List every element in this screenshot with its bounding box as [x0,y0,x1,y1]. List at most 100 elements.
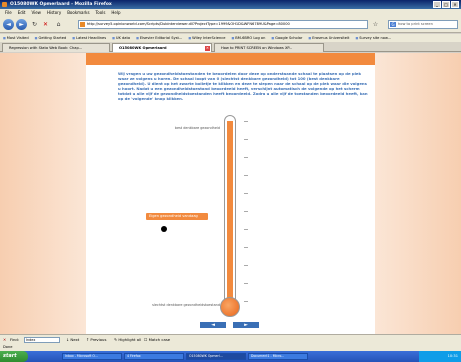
thermometer-scale[interactable] [218,115,242,317]
page-content: Wij vragen u uw gezondheidstoestanden te… [0,53,461,334]
firefox-icon [2,2,7,7]
scale-tick [244,265,248,266]
home-icon: ⌂ [56,21,61,28]
bookmark-google-scholar[interactable]: Google Scholar [271,34,302,42]
highlight-all-label: Highlight all [118,337,142,342]
bookmarks-toolbar: Most Visited Getting Started Latest Head… [0,34,461,42]
drag-handle[interactable] [161,226,167,232]
previous-button[interactable]: ◄ [200,322,226,328]
tab-survey[interactable]: O15080WK Opmerlaard ✕ [112,43,212,52]
scale-tick [244,139,248,140]
next-button[interactable]: ► [233,322,259,328]
bookmark-getting-started[interactable]: Getting Started [35,34,66,42]
status-bar: Done [0,344,461,351]
bookmark-erasmus[interactable]: Erasmus Universiteit [308,34,349,42]
highlight-all-button[interactable]: ✎ Highlight all [114,335,141,344]
bookmark-latest-headlines[interactable]: Latest Headlines [72,34,106,42]
bookmark-uk-data[interactable]: UK data [112,34,130,42]
scale-tick [244,247,248,248]
close-tab-icon[interactable]: ✕ [205,46,210,51]
google-icon: G [390,22,396,27]
menu-edit[interactable]: Edit [18,9,26,17]
back-button[interactable]: ◄ [3,19,14,30]
menu-tools[interactable]: Tools [96,9,106,17]
tab-label: Regression with Stata Web Book: Chap... [9,46,83,50]
reload-icon: ↻ [31,21,38,28]
url-text: http://survey5.opinionworld.com/Scripts/… [87,22,290,26]
left-decoration [0,53,86,334]
scale-tick [244,229,248,230]
match-case-label: Match case [148,337,171,342]
tab-print-screen[interactable]: How to PRINT SCREEN on Windows XP... [214,43,324,52]
menu-file[interactable]: File [5,9,12,17]
stop-icon: ✕ [42,21,49,28]
url-field[interactable]: http://survey5.opinionworld.com/Scripts/… [78,20,368,29]
scale-tick [244,211,248,212]
window-controls: _ □ ✕ [433,1,459,8]
forward-button[interactable]: ► [16,19,27,30]
window-title: O15080WK Opmerlaard - Mozilla Firefox [10,2,112,7]
scale-bottom-label: slechtst denkbare gezondheidstoestand [152,303,220,307]
find-bar: ✕ Find: Index ↓ Next ↑ Previous ✎ Highli… [0,334,461,344]
menu-view[interactable]: View [31,9,41,17]
search-input[interactable]: G how to print screen [388,20,458,29]
tab-regression[interactable]: Regression with Stata Web Book: Chap... [2,43,110,52]
system-tray: 10:31 [419,351,461,362]
task-item-firefox[interactable]: 4 Firefox [124,353,184,360]
right-decoration [375,53,461,334]
menubar: File Edit View History Bookmarks Tools H… [0,9,461,17]
scale-tick [244,283,248,284]
scale-tick [244,157,248,158]
task-item-outlook[interactable]: Inbox - Microsoft O... [62,353,122,360]
bookmark-star-button[interactable]: ☆ [372,21,379,28]
survey-header-bar [86,53,375,65]
match-case-checkbox[interactable]: ☐ Match case [144,335,170,344]
tab-strip: Regression with Stata Web Book: Chap... … [0,42,461,52]
task-item-survey[interactable]: O15080WK Opmerl... [186,353,246,360]
forward-arrow-icon: ► [19,21,24,28]
find-next-label: Next [70,337,80,342]
bookmark-elsevier[interactable]: Elsevier Editorial Syst... [136,34,182,42]
tab-label: O15080WK Opmerlaard [119,46,167,50]
thermometer-bulb [220,297,240,317]
scale-tick [244,175,248,176]
status-text: Done [3,345,13,349]
minimize-button[interactable]: _ [433,1,441,8]
bookmark-bm-logon[interactable]: BM-6BRO Log on [231,34,265,42]
thermometer-fill [227,121,233,305]
bookmark-survey-site[interactable]: Survey site now... [355,34,391,42]
star-icon: ☆ [372,21,379,28]
window-titlebar: O15080WK Opmerlaard - Mozilla Firefox _ … [0,0,461,9]
scale-top-label: best denkbare gezondheid [174,126,220,130]
maximize-button[interactable]: □ [442,1,450,8]
scale-tick [244,121,248,122]
health-state-label: Eigen gezondheid vandaag [146,213,208,220]
find-previous-label: Previous [90,337,107,342]
scale-tick [244,301,248,302]
close-button[interactable]: ✕ [451,1,459,8]
home-button[interactable]: ⌂ [55,21,62,28]
menu-history[interactable]: History [47,9,61,17]
reload-button[interactable]: ↻ [31,21,38,28]
bookmark-most-visited[interactable]: Most Visited [3,34,29,42]
back-arrow-icon: ◄ [6,21,11,28]
site-favicon [80,22,85,27]
navigation-toolbar: ◄ ► ↻ ✕ ⌂ http://survey5.opinionworld.co… [0,17,461,33]
search-text: how to print screen [398,22,433,26]
bookmark-wiley[interactable]: Wiley InterScience [188,34,225,42]
menu-bookmarks[interactable]: Bookmarks [67,9,89,17]
survey-instructions: Wij vragen u uw gezondheidstoestanden te… [118,71,368,101]
scale-tick [244,193,248,194]
menu-help[interactable]: Help [111,9,120,17]
find-label: Find: [10,337,20,342]
find-previous-button[interactable]: ↑ Previous [86,335,106,344]
tab-label: How to PRINT SCREEN on Windows XP... [221,46,293,50]
clock: 10:31 [447,354,458,358]
close-find-icon[interactable]: ✕ [3,335,6,344]
start-button[interactable]: start [0,351,28,362]
stop-button[interactable]: ✕ [42,21,49,28]
windows-taskbar: start Inbox - Microsoft O... 4 Firefox O… [0,351,461,362]
find-input[interactable]: Index [24,337,60,343]
task-item-word[interactable]: Document1 - Micro... [248,353,308,360]
find-next-button[interactable]: ↓ Next [66,335,79,344]
